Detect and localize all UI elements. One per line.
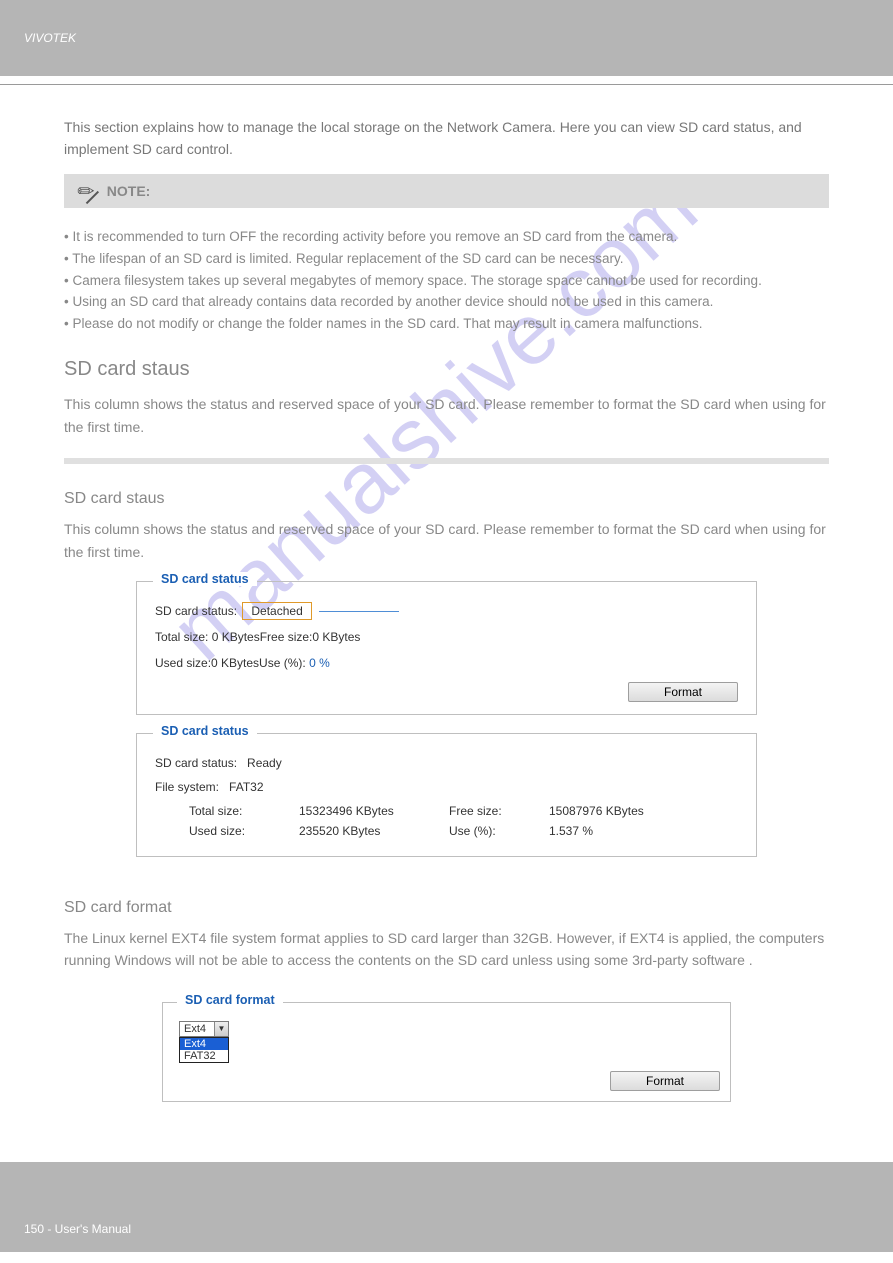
used-value: 235520 KBytes <box>299 824 449 838</box>
pct-value: 1.537 % <box>549 824 669 838</box>
total-value: 15323496 KBytes <box>299 804 449 818</box>
used-row: Used size:0 KBytesUse (%): 0 % <box>155 656 738 670</box>
subheading-format-desc: The Linux kernel EXT4 file system format… <box>64 927 829 972</box>
section-title: SD card staus <box>64 358 829 381</box>
panel-legend: SD card status <box>153 572 257 586</box>
status-underline <box>319 611 399 612</box>
subheading-format: SD card format <box>64 899 829 917</box>
page-content: This section explains how to manage the … <box>0 85 893 1102</box>
subheading-status: SD card staus <box>64 490 829 508</box>
free-label: Free size: <box>449 804 549 818</box>
header-left: VIVOTEK <box>24 31 76 45</box>
fs-label: File system: <box>155 780 219 794</box>
used-label: Used size:0 KBytesUse (%): <box>155 656 309 670</box>
footer-band: 150 - User's Manual <box>0 1162 893 1252</box>
panel-legend: SD card format <box>177 993 283 1007</box>
pct-label: Use (%): <box>449 824 549 838</box>
note-bar: ✎ NOTE: <box>64 174 829 208</box>
pencil-icon: ✎ <box>72 177 102 207</box>
footer-left: 150 - User's Manual <box>24 1222 131 1236</box>
subheading-status-desc: This column shows the status and reserve… <box>64 518 829 563</box>
select-current: Ext4 <box>184 1023 206 1035</box>
status-value-box: Detached <box>242 602 311 620</box>
filesystem-select-wrap: Ext4 ▼ Ext4 FAT32 <box>179 1021 229 1063</box>
header-band: VIVOTEK <box>0 0 893 76</box>
note-line: • It is recommended to turn OFF the reco… <box>64 226 829 248</box>
note-label: NOTE: <box>107 183 151 199</box>
section-desc: This column shows the status and reserve… <box>64 393 829 438</box>
used-value: 0 % <box>309 656 330 670</box>
panel-legend: SD card status <box>153 724 257 738</box>
status-row: SD card status: Detached <box>155 604 738 618</box>
note-line: • The lifespan of an SD card is limited.… <box>64 248 829 270</box>
filesystem-option-ext4[interactable]: Ext4 <box>180 1038 228 1050</box>
note-line: • Please do not modify or change the fol… <box>64 313 829 335</box>
filesystem-options: Ext4 FAT32 <box>179 1037 229 1063</box>
filesystem-option-fat32[interactable]: FAT32 <box>180 1050 228 1062</box>
status-value: Ready <box>247 756 282 770</box>
chevron-down-icon: ▼ <box>214 1022 228 1036</box>
format-button[interactable]: Format <box>610 1071 720 1091</box>
note-line: • Using an SD card that already contains… <box>64 291 829 313</box>
status-label: SD card status: <box>155 604 237 618</box>
note-line: • Camera filesystem takes up several meg… <box>64 270 829 292</box>
stats-row-2: Used size: 235520 KBytes Use (%): 1.537 … <box>189 824 738 838</box>
sd-status-panel-ready: SD card status SD card status: Ready Fil… <box>136 733 757 857</box>
intro-paragraph: This section explains how to manage the … <box>64 117 829 160</box>
fs-row: File system: FAT32 <box>155 780 738 794</box>
total-label: Total size: <box>189 804 299 818</box>
status-label: SD card status: <box>155 756 237 770</box>
sd-format-panel: SD card format Ext4 ▼ Ext4 FAT32 Format <box>162 1002 731 1102</box>
divider-mid <box>64 458 829 464</box>
note-text: • It is recommended to turn OFF the reco… <box>64 226 829 334</box>
sd-status-panel-detached: SD card status SD card status: Detached … <box>136 581 757 715</box>
status-row: SD card status: Ready <box>155 756 738 770</box>
filesystem-select[interactable]: Ext4 ▼ <box>179 1021 229 1037</box>
stats-row-1: Total size: 15323496 KBytes Free size: 1… <box>189 804 738 818</box>
format-button[interactable]: Format <box>628 682 738 702</box>
total-free-row: Total size: 0 KBytesFree size:0 KBytes <box>155 630 738 644</box>
fs-value: FAT32 <box>229 780 263 794</box>
used-label: Used size: <box>189 824 299 838</box>
free-value: 15087976 KBytes <box>549 804 669 818</box>
